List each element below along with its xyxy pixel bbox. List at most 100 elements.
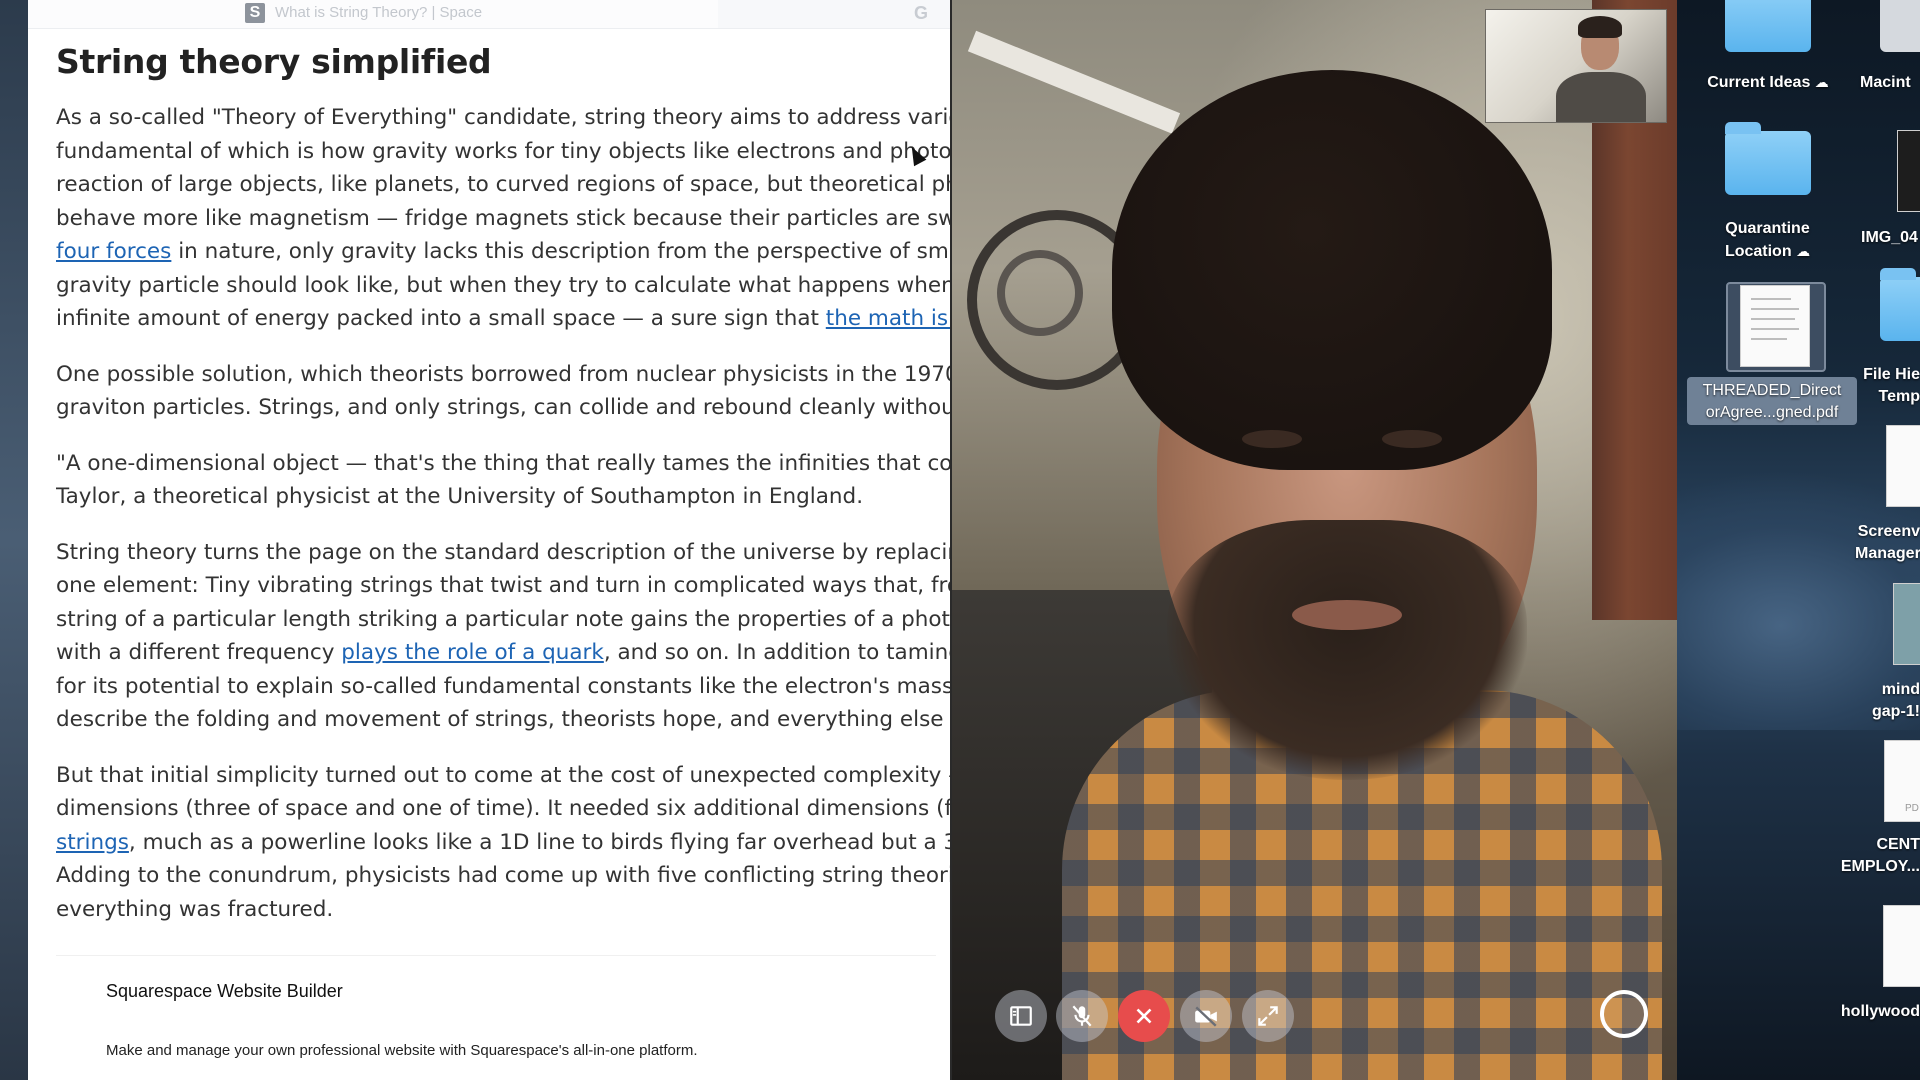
- video-beard: [1167, 520, 1527, 780]
- squarespace-favicon-icon: S: [245, 3, 265, 23]
- pdf-thumbnail: [1740, 285, 1810, 367]
- folder-icon[interactable]: [1725, 122, 1811, 195]
- text-line: "A one-dimensional object — that's the t…: [56, 450, 950, 476]
- text-line: reaction of large objects, like planets,…: [56, 172, 950, 197]
- image-thumbnail[interactable]: [1893, 583, 1920, 665]
- desktop-label: File Hie: [1863, 366, 1920, 383]
- text-line: describe the folding and movement of str…: [56, 707, 950, 732]
- text-line: fundamental of which is how gravity work…: [56, 138, 950, 164]
- plays-role-of-quark-link[interactable]: plays the role of a quark: [341, 640, 604, 665]
- desktop-label: Managers: [1855, 545, 1920, 562]
- text-line: String theory turns the page on the stan…: [56, 539, 950, 565]
- desktop-label: Screenv: [1857, 523, 1920, 540]
- ad-title[interactable]: Squarespace Website Builder: [106, 981, 343, 1002]
- text-line: But that initial simplicity turned out t…: [56, 762, 950, 788]
- self-view-body: [1556, 72, 1646, 122]
- end-call-button[interactable]: [1118, 990, 1170, 1042]
- mute-microphone-button[interactable]: [1056, 990, 1108, 1042]
- desktop-label: mind: [1881, 681, 1920, 698]
- desktop-label: Quarantine: [1725, 220, 1810, 237]
- microphone-muted-icon: [1072, 1005, 1092, 1027]
- video-eye-right: [1382, 430, 1442, 448]
- desktop-item-current-ideas[interactable]: Current Ideas ☁: [1693, 71, 1843, 94]
- self-view-hair: [1578, 16, 1622, 38]
- fullscreen-button[interactable]: [1242, 990, 1294, 1042]
- video-bike-gear: [997, 250, 1083, 336]
- desktop-label: Location: [1724, 243, 1792, 260]
- doc-line: [1751, 328, 1799, 330]
- desktop-item-screenshot[interactable]: Screenv Managers: [1855, 521, 1920, 565]
- doc-line: [1751, 308, 1799, 310]
- four-forces-link[interactable]: four forces: [56, 239, 171, 264]
- desktop-label: THREADED_Direct: [1702, 382, 1842, 399]
- expand-icon: [1258, 1006, 1278, 1026]
- document-thumbnail[interactable]: [1883, 905, 1920, 987]
- doc-line: [1751, 298, 1791, 300]
- desktop-label: gap-1!: [1872, 703, 1920, 720]
- paragraph-4: String theory turns the page on the stan…: [56, 536, 950, 737]
- text-line: infinite amount of energy packed into a …: [56, 306, 826, 331]
- close-icon: [1136, 1008, 1152, 1024]
- desktop-label: EMPLOY...: [1840, 858, 1920, 875]
- text-line: one element: Tiny vibrating strings that…: [56, 573, 950, 598]
- google-favicon-icon[interactable]: G: [914, 3, 928, 24]
- text-line: for its potential to explain so-called f…: [56, 673, 950, 699]
- disk-icon[interactable]: [1880, 0, 1920, 52]
- math-is-missing-link[interactable]: the math is mis: [826, 306, 950, 331]
- text-line: Taylor, a theoretical physicist at the U…: [56, 484, 864, 509]
- text-line: dimensions (three of space and one of ti…: [56, 796, 950, 821]
- pdf-thumbnail[interactable]: PD: [1884, 740, 1920, 822]
- doc-line: [1751, 318, 1795, 320]
- doc-line: [1751, 338, 1787, 340]
- tab-bar: S What is String Theory? | Space G: [28, 0, 950, 29]
- record-button[interactable]: [1600, 990, 1648, 1038]
- text-line: , much as a powerline looks like a 1D li…: [128, 829, 950, 855]
- text-line: with a different frequency: [56, 640, 342, 665]
- desktop-item-quarantine-location[interactable]: Quarantine Location ☁: [1700, 218, 1835, 263]
- sidebar-toggle-button[interactable]: [995, 990, 1047, 1042]
- text-line: Adding to the conundrum, physicists had …: [56, 863, 950, 888]
- desktop-label: Temp: [1878, 388, 1920, 405]
- screenshot-thumbnail[interactable]: [1886, 425, 1920, 507]
- self-view-thumbnail[interactable]: [1485, 9, 1667, 123]
- icloud-icon: ☁: [1796, 243, 1811, 259]
- desktop-label: CENT: [1876, 836, 1920, 853]
- stop-video-button[interactable]: [1180, 990, 1232, 1042]
- video-call-window: [950, 0, 1679, 1080]
- desktop-label: Current Ideas: [1707, 74, 1811, 91]
- desktop-item-file-hierarchy[interactable]: File Hie Temp: [1860, 364, 1920, 408]
- paragraph-2: One possible solution, which theorists b…: [56, 358, 950, 425]
- folder-icon[interactable]: [1725, 0, 1811, 52]
- text-line: graviton particles. Strings, and only st…: [56, 395, 950, 420]
- strings-link[interactable]: strings: [56, 830, 129, 855]
- desktop-item-mind-gap[interactable]: mind gap-1!: [1860, 679, 1920, 723]
- text-line: , and so on. In addition to taming g: [603, 640, 950, 665]
- tab-active[interactable]: S What is String Theory? | Space: [28, 0, 718, 28]
- tab-title: What is String Theory? | Space: [275, 4, 483, 21]
- sidebar-icon: [1010, 1006, 1032, 1026]
- text-line: As a so-called "Theory of Everything" ca…: [56, 105, 950, 130]
- browser-window: S What is String Theory? | Space G Strin…: [28, 0, 950, 1080]
- article-body: String theory simplified As a so-called …: [56, 32, 950, 948]
- text-line: behave more like magnetism — fridge magn…: [56, 205, 950, 231]
- folder-icon[interactable]: [1880, 268, 1920, 341]
- text-line: in nature, only gravity lacks this descr…: [171, 239, 950, 264]
- video-mouth: [1292, 600, 1402, 630]
- desktop-background-left: [0, 0, 28, 1080]
- paragraph-5: But that initial simplicity turned out t…: [56, 759, 950, 927]
- icloud-icon: ☁: [1814, 74, 1829, 90]
- paragraph-3: "A one-dimensional object — that's the t…: [56, 447, 950, 514]
- desktop-item-macintosh[interactable]: Macint: [1860, 72, 1911, 94]
- text-line: gravity particle should look like, but w…: [56, 272, 950, 298]
- desktop-item-img[interactable]: IMG_04: [1861, 227, 1918, 249]
- ad-description: Make and manage your own professional we…: [106, 1042, 698, 1059]
- video-hair: [1112, 70, 1552, 470]
- desktop-item-pdf[interactable]: THREADED_Direct orAgree...gned.pdf: [1690, 380, 1854, 424]
- desktop-item-cent-employ[interactable]: CENT EMPLOY...: [1830, 834, 1920, 878]
- ad-block[interactable]: Squarespace Website Builder Make and man…: [56, 955, 936, 1080]
- article-heading: String theory simplified: [56, 42, 492, 81]
- image-thumbnail[interactable]: [1897, 130, 1920, 212]
- camera-off-icon: [1195, 1006, 1217, 1027]
- desktop-item-hollywood[interactable]: hollywood: [1834, 1001, 1920, 1023]
- text-line: string of a particular length striking a…: [56, 606, 950, 632]
